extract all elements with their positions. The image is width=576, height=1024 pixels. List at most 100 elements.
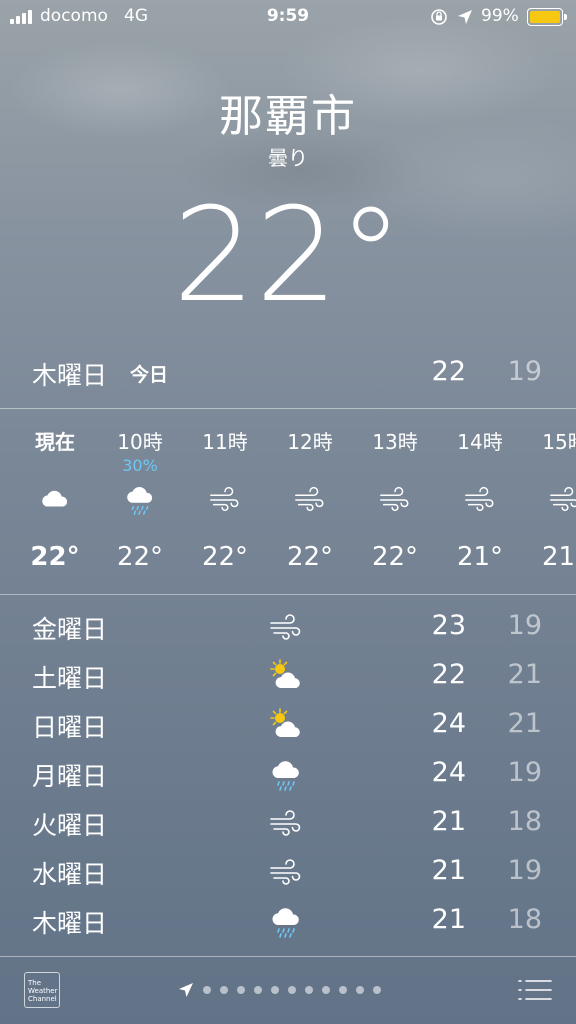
- hourly-item: 13時 22°: [350, 410, 440, 594]
- logo-text: Weather: [28, 987, 58, 995]
- day-high: 24: [431, 757, 466, 788]
- wind-icon: [378, 482, 412, 516]
- daily-row: 月曜日 24 19: [0, 749, 576, 798]
- partly-sunny-icon: [268, 707, 304, 743]
- daily-row: 水曜日 21 19: [0, 847, 576, 896]
- location-arrow-icon: [458, 10, 472, 24]
- page-dot[interactable]: [271, 986, 279, 994]
- wind-icon: [208, 482, 242, 516]
- wind-icon: [548, 482, 576, 516]
- wind-icon: [268, 854, 304, 890]
- wind-icon: [463, 482, 497, 516]
- wind-icon: [268, 805, 304, 841]
- day-low: 21: [507, 659, 542, 690]
- logo-text: Channel: [28, 995, 57, 1003]
- page-dot[interactable]: [254, 986, 262, 994]
- status-bar: docomo 4G 9:59 99%: [0, 0, 576, 34]
- hourly-item: 12時 22°: [265, 410, 355, 594]
- page-dot[interactable]: [305, 986, 313, 994]
- day-high: 21: [431, 806, 466, 837]
- page-dot[interactable]: [322, 986, 330, 994]
- hour-temperature: 22°: [116, 542, 164, 572]
- daily-row: 火曜日 21 18: [0, 798, 576, 847]
- city-list-icon[interactable]: [518, 978, 552, 1002]
- precipitation-chance: 30%: [122, 456, 158, 475]
- rain-cloud-icon: [123, 482, 157, 516]
- logo-text: The: [28, 979, 42, 987]
- day-low: 18: [507, 806, 542, 837]
- divider: [0, 594, 576, 595]
- day-low: 19: [507, 610, 542, 641]
- hour-temperature: 21°: [456, 542, 504, 572]
- today-summary-row: 木曜日 今日 22 19: [0, 350, 576, 396]
- daily-row: 木曜日 21 18: [0, 896, 576, 945]
- page-dot[interactable]: [339, 986, 347, 994]
- current-temperature: 22°: [172, 179, 404, 331]
- hour-temperature: 22°: [286, 542, 334, 572]
- day-name: 火曜日: [32, 811, 108, 840]
- day-high: 21: [431, 855, 466, 886]
- today-high: 22: [431, 356, 466, 387]
- hour-label: 11時: [202, 430, 248, 454]
- day-name: 水曜日: [32, 860, 108, 889]
- weather-channel-logo[interactable]: The Weather Channel: [24, 972, 60, 1008]
- hour-label: 現在: [35, 430, 75, 454]
- page-dot[interactable]: [288, 986, 296, 994]
- day-name: 金曜日: [32, 615, 108, 644]
- hourly-item: 15時 21°: [520, 410, 576, 594]
- battery-percent: 99%: [481, 6, 519, 26]
- day-low: 19: [507, 855, 542, 886]
- hour-temperature: 22°: [30, 542, 80, 572]
- current-condition: 曇り: [268, 146, 308, 170]
- daily-row: 日曜日 24 21: [0, 700, 576, 749]
- hour-label: 12時: [287, 430, 333, 454]
- page-dot[interactable]: [203, 986, 211, 994]
- page-dot[interactable]: [373, 986, 381, 994]
- hour-label: 15時: [542, 430, 576, 454]
- today-day: 木曜日: [32, 361, 108, 390]
- page-dot[interactable]: [220, 986, 228, 994]
- hour-label: 10時: [117, 430, 163, 454]
- today-low: 19: [507, 356, 542, 387]
- city-name: 那覇市: [219, 91, 357, 142]
- page-indicator[interactable]: [178, 982, 381, 998]
- day-low: 19: [507, 757, 542, 788]
- hourly-item: 14時 21°: [435, 410, 525, 594]
- page-dot[interactable]: [356, 986, 364, 994]
- bottom-toolbar: The Weather Channel: [0, 956, 576, 1024]
- hour-label: 14時: [457, 430, 503, 454]
- day-low: 18: [507, 904, 542, 935]
- hourly-item: 10時 30% 22°: [95, 410, 185, 594]
- current-location-arrow-icon: [179, 983, 193, 997]
- wind-icon: [293, 482, 327, 516]
- hour-label: 13時: [372, 430, 418, 454]
- day-name: 土曜日: [32, 664, 108, 693]
- rain-cloud-icon: [268, 756, 304, 792]
- rotation-lock-icon: [431, 9, 447, 25]
- rain-cloud-icon: [268, 903, 304, 939]
- daily-forecast-list[interactable]: 金曜日 23 19 土曜日 22 21 日曜日 24 21 月曜日 24 19 火曜日 21 18 水曜日 21…: [0, 600, 576, 956]
- daily-row: 金曜日 23 19: [0, 602, 576, 651]
- hourly-item: 11時 22°: [180, 410, 270, 594]
- day-high: 23: [431, 610, 466, 641]
- hourly-forecast-scroller[interactable]: 現在 22° 10時 30% 22° 11時 22° 12時 22° 13時 22° 14時 21° 15…: [0, 410, 576, 594]
- today-label: 今日: [130, 364, 169, 386]
- day-name: 月曜日: [32, 762, 108, 791]
- partly-sunny-icon: [268, 658, 304, 694]
- divider: [0, 408, 576, 409]
- day-low: 21: [507, 708, 542, 739]
- hourly-item: 現在 22°: [10, 410, 100, 594]
- day-high: 21: [431, 904, 466, 935]
- daily-row: 土曜日 22 21: [0, 651, 576, 700]
- battery-icon: [527, 8, 567, 26]
- hour-temperature: 21°: [541, 542, 576, 572]
- hour-temperature: 22°: [201, 542, 249, 572]
- day-name: 木曜日: [32, 909, 108, 938]
- cloud-icon: [38, 482, 72, 516]
- day-high: 24: [431, 708, 466, 739]
- page-dot[interactable]: [237, 986, 245, 994]
- day-high: 22: [431, 659, 466, 690]
- day-name: 日曜日: [32, 713, 108, 742]
- hour-temperature: 22°: [371, 542, 419, 572]
- wind-icon: [268, 609, 304, 645]
